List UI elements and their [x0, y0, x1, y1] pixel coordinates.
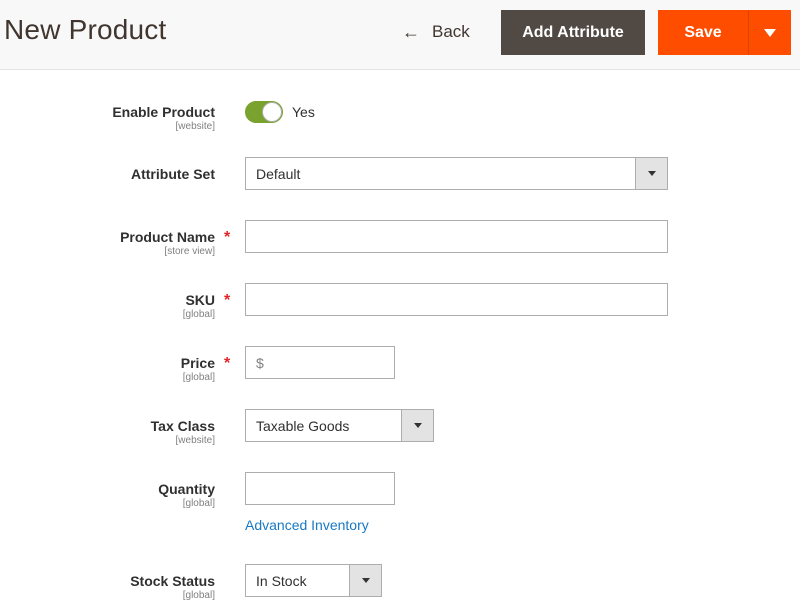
- advanced-inventory-link[interactable]: Advanced Inventory: [245, 517, 369, 533]
- attribute-set-select[interactable]: Default: [245, 157, 668, 190]
- caret-down-icon: [361, 578, 370, 583]
- save-options-toggle[interactable]: [749, 10, 791, 55]
- price-scope: [global]: [182, 372, 215, 383]
- attribute-set-label: Attribute Set: [131, 166, 215, 182]
- product-name-label-text: Product Name: [120, 229, 215, 245]
- required-indicator: *: [224, 229, 231, 246]
- product-name-label: Product Name [store view]: [120, 229, 215, 257]
- enable-product-label: Enable Product [website]: [112, 104, 215, 132]
- enable-product-value: Yes: [292, 104, 315, 120]
- page-title: New Product: [4, 14, 167, 45]
- back-button[interactable]: ← Back: [402, 20, 470, 44]
- stock-status-dropdown-button[interactable]: [349, 565, 381, 596]
- currency-prefix: $: [256, 354, 264, 371]
- stock-status-select[interactable]: In Stock: [245, 564, 382, 597]
- page-header: New Product ← Back Add Attribute Save: [0, 0, 800, 70]
- stock-status-value: In Stock: [256, 572, 307, 589]
- tax-class-dropdown-button[interactable]: [401, 410, 433, 441]
- sku-label-text: SKU: [185, 292, 215, 308]
- attribute-set-dropdown-button[interactable]: [635, 158, 667, 189]
- arrow-left-icon: ←: [402, 22, 420, 42]
- tax-class-label: Tax Class [website]: [151, 418, 215, 446]
- tax-class-value: Taxable Goods: [256, 417, 350, 434]
- toggle-knob: [262, 102, 282, 122]
- required-indicator: *: [224, 292, 231, 309]
- caret-down-icon: [764, 28, 776, 37]
- sku-scope: [global]: [182, 309, 215, 320]
- tax-class-label-text: Tax Class: [150, 418, 215, 434]
- quantity-label: Quantity [global]: [158, 481, 215, 509]
- enable-product-label-text: Enable Product: [112, 104, 215, 120]
- price-label-text: Price: [180, 355, 215, 371]
- product-name-scope: [store view]: [164, 246, 215, 257]
- price-input[interactable]: $: [245, 346, 395, 379]
- tax-class-select[interactable]: Taxable Goods: [245, 409, 434, 442]
- save-button[interactable]: Save: [658, 10, 749, 55]
- add-attribute-button[interactable]: Add Attribute: [501, 10, 645, 55]
- attribute-set-value: Default: [256, 165, 301, 182]
- sku-label: SKU [global]: [183, 292, 215, 320]
- quantity-scope: [global]: [182, 498, 215, 509]
- stock-status-label-text: Stock Status: [130, 573, 215, 589]
- caret-down-icon: [413, 423, 422, 428]
- save-split-button: Save: [658, 10, 791, 55]
- required-indicator: *: [224, 355, 231, 372]
- enable-product-toggle[interactable]: [245, 101, 283, 123]
- tax-class-scope: [website]: [175, 435, 215, 446]
- back-label: Back: [432, 22, 470, 41]
- product-name-input[interactable]: [245, 220, 668, 253]
- stock-status-scope: [global]: [182, 590, 215, 601]
- attribute-set-label-text: Attribute Set: [131, 166, 215, 182]
- caret-down-icon: [647, 171, 656, 176]
- sku-input[interactable]: [245, 283, 668, 316]
- enable-product-scope: [website]: [175, 121, 215, 132]
- quantity-input[interactable]: [245, 472, 395, 505]
- quantity-label-text: Quantity: [158, 481, 215, 497]
- price-label: Price [global]: [181, 355, 215, 383]
- stock-status-label: Stock Status [global]: [130, 573, 215, 601]
